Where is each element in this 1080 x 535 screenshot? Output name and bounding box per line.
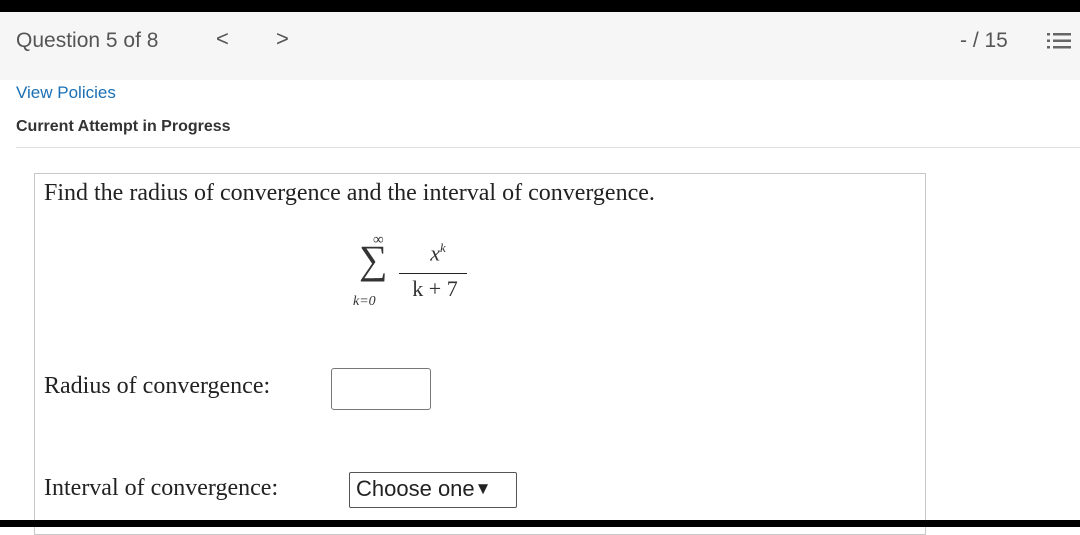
question-panel: Find the radius of convergence and the i… [34,173,926,535]
top-border [0,0,1080,12]
previous-question-button[interactable]: < [216,26,229,52]
fraction-numerator: xk [430,240,446,266]
radius-input[interactable] [331,368,431,410]
radius-label: Radius of convergence: [44,373,271,399]
question-counter: Question 5 of 8 [16,29,159,52]
dropdown-arrow-icon: ▼ [474,479,492,498]
score-display: - / 15 [960,29,1008,52]
series-formula: ∞ ∑ k=0 xk k + 7 [345,232,505,322]
sigma-symbol: ∑ [359,237,388,282]
interval-dropdown[interactable]: Choose one▼ [349,472,517,508]
interval-label: Interval of convergence: [44,475,279,501]
divider [16,147,1080,148]
fraction-bar [399,273,467,274]
question-header: Question 5 of 8 < > - / 15 [0,12,1080,80]
fraction-denominator: k + 7 [412,276,458,301]
view-policies-link[interactable]: View Policies [16,83,116,103]
next-question-button[interactable]: > [276,26,289,52]
sum-lower-limit: k=0 [353,294,376,309]
question-prompt: Find the radius of convergence and the i… [44,180,655,206]
interval-selected-value: Choose one [356,476,475,501]
attempt-status: Current Attempt in Progress [16,118,231,135]
list-icon[interactable] [1046,30,1072,52]
bottom-border [0,520,1080,527]
